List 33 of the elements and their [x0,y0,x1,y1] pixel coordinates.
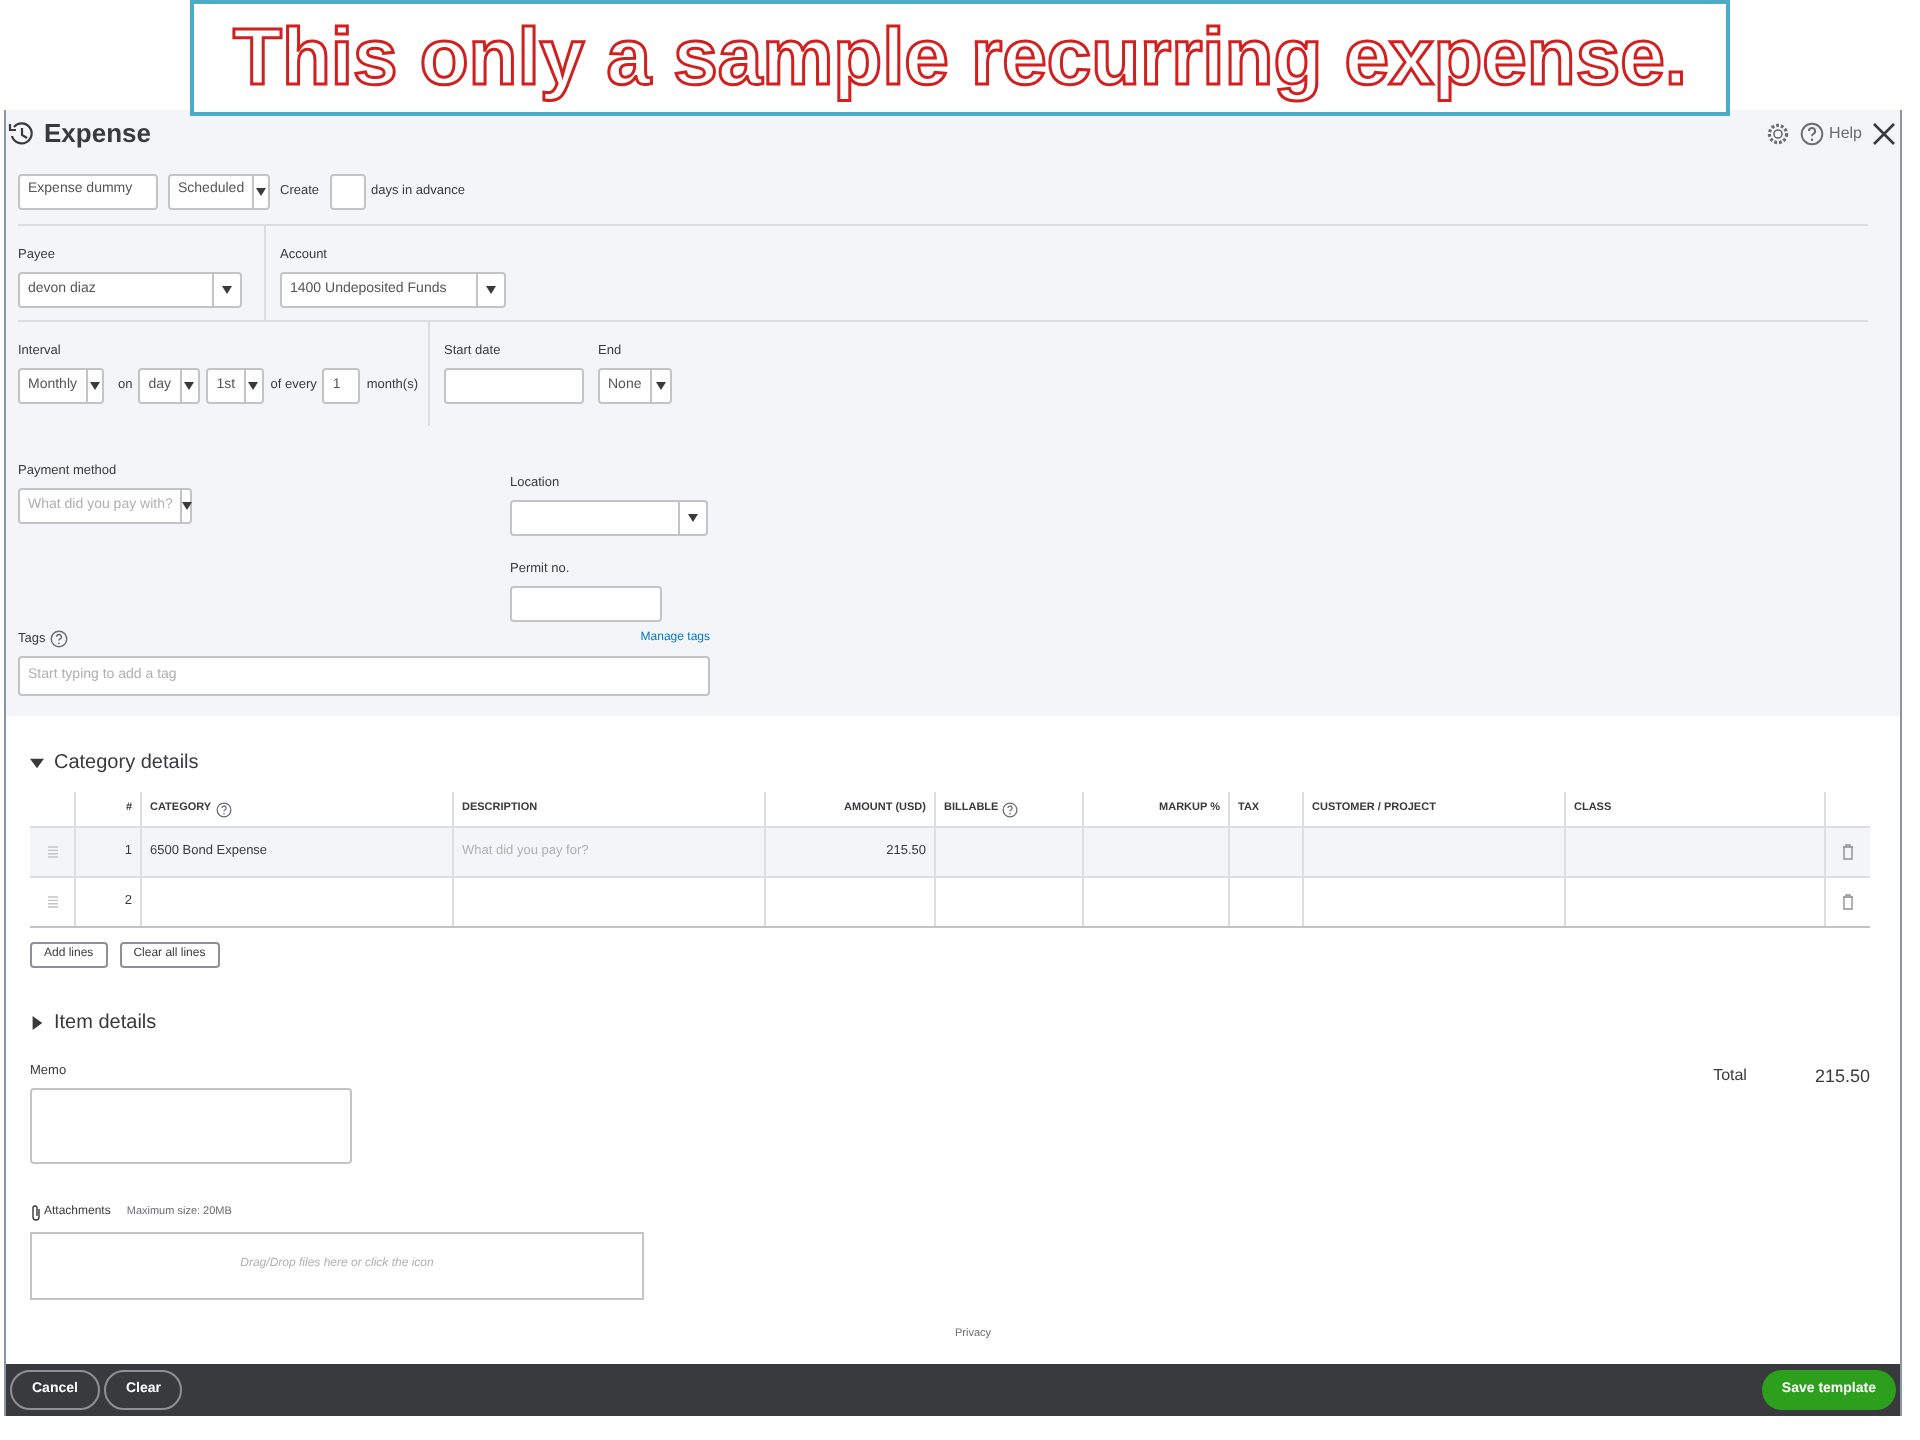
paperclip-icon [30,1203,42,1222]
section-toggle[interactable]: Category details [30,748,199,778]
caret-icon [222,285,232,294]
window-title: Expense [44,116,151,153]
drag-handle-icon [47,896,57,908]
days-in-advance-field[interactable] [329,173,366,209]
help-icon [49,630,68,649]
caret-icon [256,187,267,195]
permit-number-field[interactable] [510,585,662,621]
start-date-field[interactable] [444,367,584,404]
total-amount: 215.50 [1814,1064,1870,1090]
trash-icon[interactable] [1842,844,1854,860]
section-toggle[interactable]: Item details [30,1008,157,1038]
settings-icon[interactable] [1765,122,1790,146]
caret-icon [184,381,195,390]
location-dropdown[interactable] [510,499,708,536]
close-icon[interactable] [1872,122,1896,146]
trash-icon[interactable] [1842,894,1854,910]
total-label: Total [1713,1064,1747,1088]
memo-field[interactable] [30,1087,352,1164]
help-icon [1799,122,1824,146]
recurring-clock-icon [8,120,36,148]
caret-icon [182,501,193,510]
caret-icon [688,513,698,522]
caret-icon [248,381,259,390]
drag-handle-icon [47,846,57,858]
caret-icon [486,285,496,294]
expand-triangle-icon [30,1016,44,1030]
caret-icon [89,381,100,390]
caret-icon [655,381,666,390]
help-button[interactable]: Help [1799,122,1862,146]
collapse-triangle-icon [30,756,44,770]
banner-title: This only a sample recurring expense. [230,12,1689,106]
